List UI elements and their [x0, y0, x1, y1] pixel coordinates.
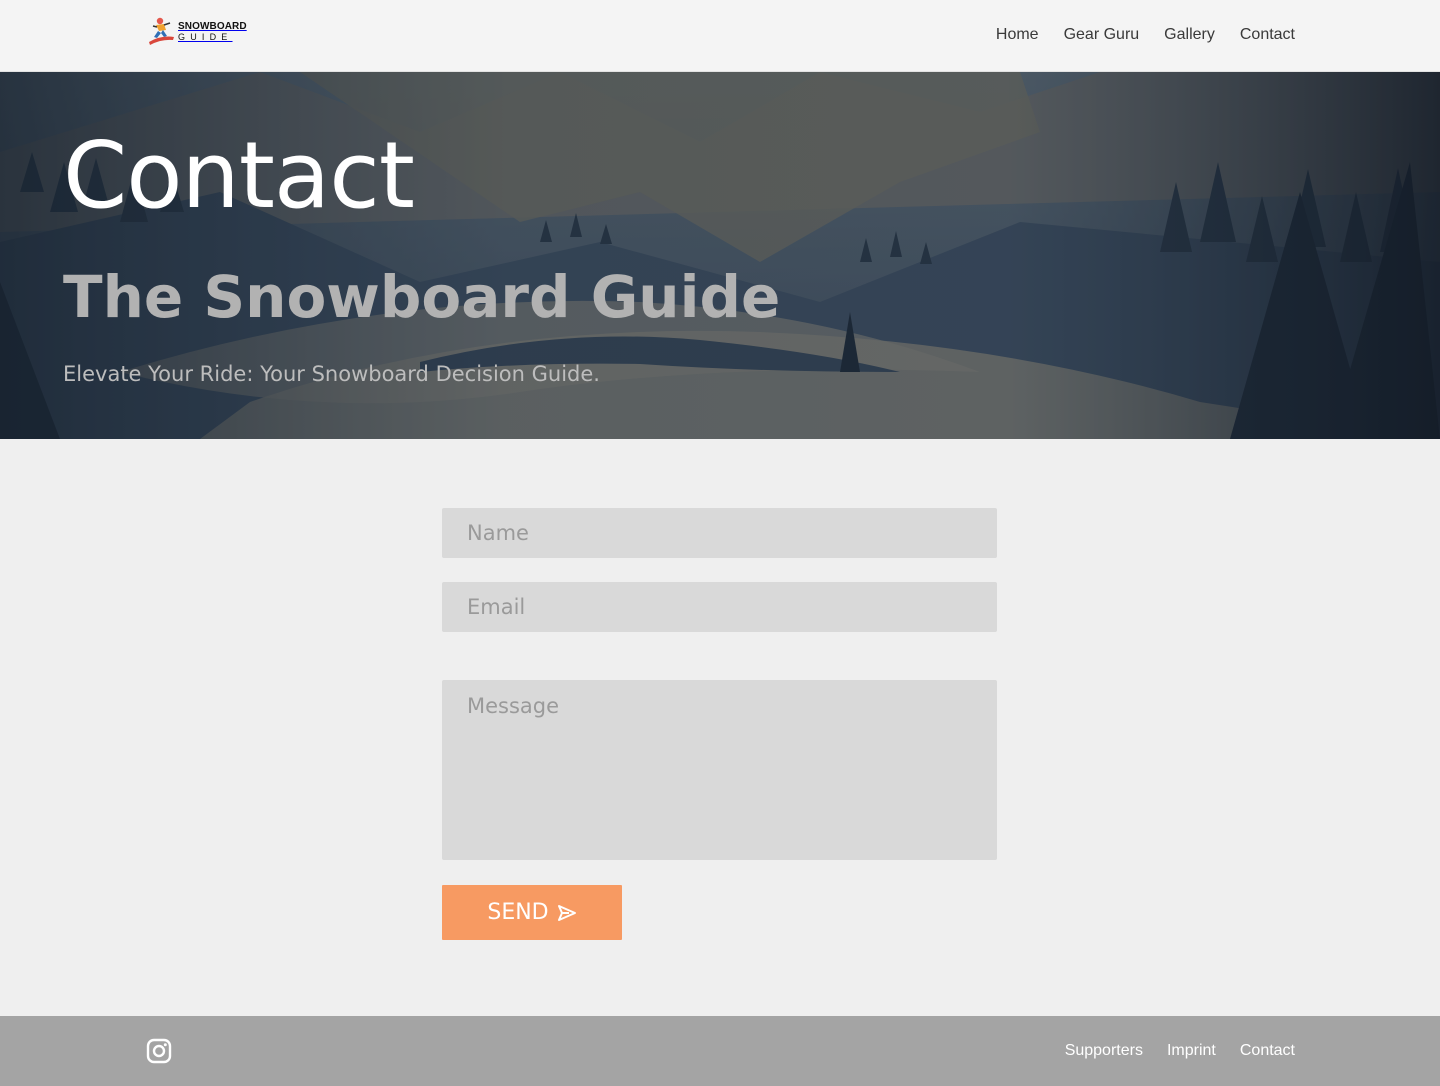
footer-nav: Supporters Imprint Contact [1065, 1040, 1295, 1062]
footer-link-supporters[interactable]: Supporters [1065, 1040, 1143, 1062]
message-textarea[interactable] [442, 680, 997, 860]
snowboarder-logo-icon [149, 17, 174, 45]
tagline: Elevate Your Ride: Your Snowboard Decisi… [63, 362, 600, 386]
logo-line2: GUIDE [178, 32, 233, 42]
send-button[interactable]: SEND [442, 885, 622, 940]
site-footer: Supporters Imprint Contact [0, 1016, 1440, 1086]
main-nav: Home Gear Guru Gallery Contact [996, 24, 1295, 46]
footer-link-imprint[interactable]: Imprint [1167, 1040, 1216, 1062]
email-input[interactable] [442, 582, 997, 632]
nav-gear-guru[interactable]: Gear Guru [1064, 24, 1140, 46]
logo-text: SNOWBOARD GUIDE [178, 22, 247, 42]
nav-home[interactable]: Home [996, 24, 1039, 46]
site-name-heading: The Snowboard Guide [63, 263, 781, 331]
send-button-label: SEND [487, 900, 549, 925]
logo-line1: SNOWBOARD [178, 21, 247, 32]
instagram-link[interactable] [146, 1038, 172, 1064]
name-input[interactable] [442, 508, 997, 558]
site-header: SNOWBOARD GUIDE Home Gear Guru Gallery C… [0, 0, 1440, 72]
hero-banner: Contact The Snowboard Guide Elevate Your… [0, 72, 1440, 439]
send-arrow-icon [557, 904, 576, 921]
nav-contact[interactable]: Contact [1240, 24, 1295, 46]
contact-form: SEND [442, 508, 997, 940]
site-logo[interactable]: SNOWBOARD GUIDE [145, 14, 249, 50]
nav-gallery[interactable]: Gallery [1164, 24, 1215, 46]
instagram-icon [146, 1038, 172, 1064]
footer-link-contact[interactable]: Contact [1240, 1040, 1295, 1062]
page-title: Contact [63, 122, 415, 229]
